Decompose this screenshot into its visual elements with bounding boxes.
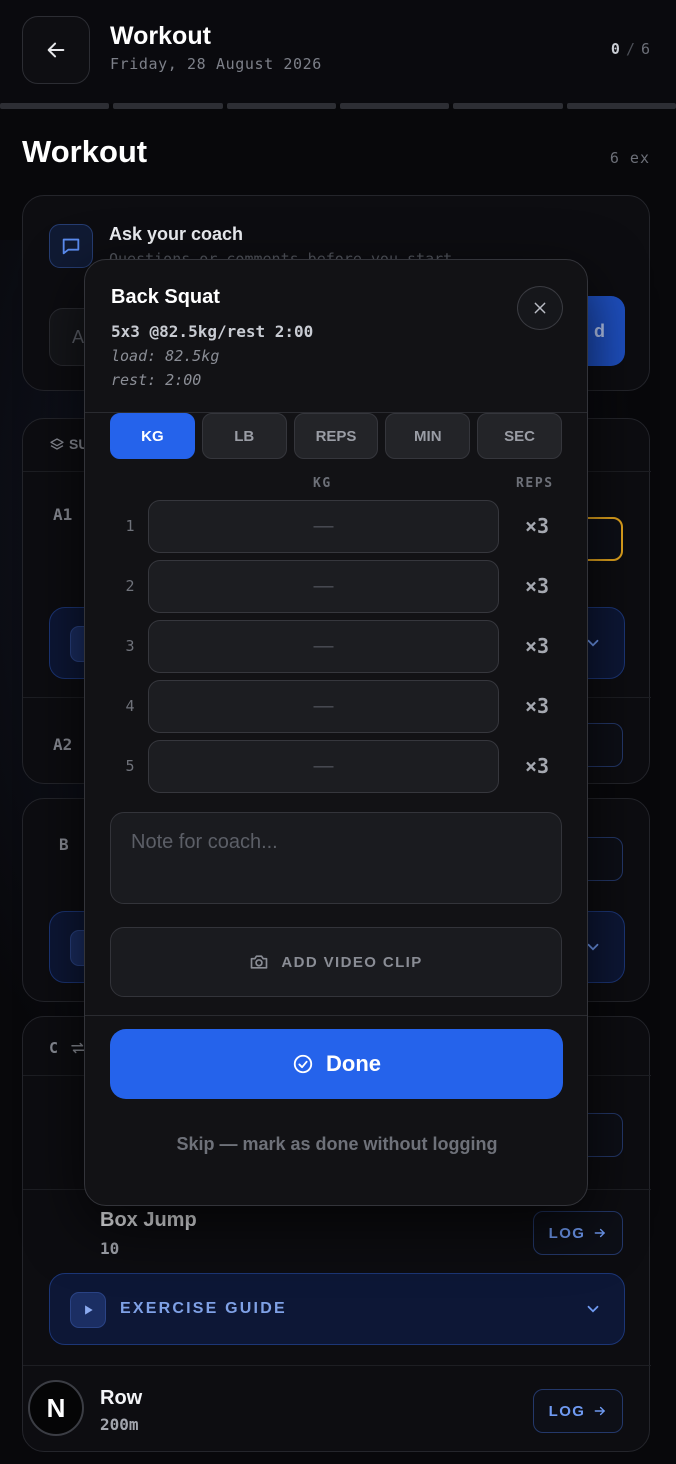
log-label: LOG (548, 1224, 586, 1242)
progress-segment (566, 103, 676, 109)
unit-lb[interactable]: LB (201, 413, 287, 459)
progress-counter: 0 / 6 (611, 40, 650, 58)
divider (23, 1365, 651, 1366)
progress-done: 0 (610, 40, 620, 58)
close-button[interactable] (517, 286, 563, 330)
set-number: 5 (125, 757, 135, 775)
modal-rest: rest: 2:00 (111, 371, 202, 389)
set-number: 1 (125, 517, 135, 535)
progress-separator: / (625, 40, 635, 58)
log-button-row[interactable]: LOG (533, 1389, 623, 1433)
camera-icon (251, 955, 268, 969)
exercise-count: 6 ex (609, 149, 650, 167)
set-reps: ×3 (524, 694, 550, 718)
weight-column-header: KG (313, 476, 332, 491)
reps-column-header: REPS (516, 476, 554, 491)
exercise-detail-box-jump: 10 (100, 1239, 120, 1258)
chevron-down-icon (587, 1305, 599, 1313)
unit-kg[interactable]: KG (110, 413, 195, 459)
modal-exercise-title: Back Squat (111, 286, 220, 308)
progress-segments (0, 103, 676, 109)
done-label: Done (326, 1051, 381, 1076)
exercise-guide-box-jump[interactable]: EXERCISE GUIDE (49, 1273, 625, 1345)
modal-load: load: 82.5kg (111, 347, 220, 365)
progress-segment (339, 103, 450, 109)
set-weight-input[interactable]: — (148, 620, 499, 673)
set-weight-input[interactable]: — (148, 560, 499, 613)
exercise-name-box-jump: Box Jump (100, 1209, 197, 1231)
set-weight-input[interactable]: — (148, 500, 499, 553)
add-video-label: ADD VIDEO CLIP (281, 953, 423, 971)
header-date: Friday, 28 August 2026 (110, 55, 322, 73)
play-icon (70, 1292, 106, 1328)
layers-icon (50, 438, 64, 450)
set-weight-input[interactable]: — (148, 740, 499, 793)
header-title: Workout (110, 22, 211, 50)
section-title: Workout (22, 134, 148, 169)
progress-segment (453, 103, 563, 109)
unit-reps[interactable]: REPS (293, 413, 379, 459)
log-button-box-jump[interactable]: LOG (533, 1211, 623, 1255)
progress-total: 6 (640, 40, 650, 58)
coach-title: Ask your coach (109, 224, 244, 244)
set-reps: ×3 (524, 574, 550, 598)
progress-segment (113, 103, 223, 109)
app-badge[interactable]: N (28, 1380, 84, 1436)
done-button[interactable]: Done (110, 1029, 563, 1099)
progress-segment (0, 103, 110, 109)
unit-min[interactable]: MIN (385, 413, 471, 459)
log-label: LOG (548, 1402, 586, 1420)
set-reps: ×3 (524, 634, 550, 658)
log-exercise-modal: Back Squat 5x3 @82.5kg/rest 2:00 load: 8… (84, 259, 588, 1206)
block-label-b: B (59, 835, 69, 854)
unit-sec[interactable]: SEC (477, 413, 562, 459)
arrow-right-icon (594, 1406, 606, 1416)
set-number: 3 (125, 637, 135, 655)
exercise-guide-label: EXERCISE GUIDE (120, 1300, 287, 1317)
arrow-right-icon (594, 1228, 606, 1238)
set-reps: ×3 (524, 754, 550, 778)
check-circle-icon (293, 1054, 313, 1074)
block-label-a1: A1 (53, 505, 73, 524)
exercise-detail-row: 200m (100, 1415, 139, 1434)
arrow-left-icon (47, 42, 65, 58)
chat-icon (49, 224, 93, 268)
modal-prescription: 5x3 @82.5kg/rest 2:00 (111, 322, 314, 341)
set-number: 2 (125, 577, 135, 595)
add-video-clip-button[interactable]: ADD VIDEO CLIP (110, 927, 562, 997)
coach-note-input[interactable]: Note for coach... (110, 812, 562, 904)
set-number: 4 (125, 697, 135, 715)
block-label-c: C (49, 1039, 59, 1057)
block-label-a2: A2 (53, 735, 73, 754)
unit-selector: KG LB REPS MIN SEC (110, 413, 562, 459)
progress-segment (226, 103, 336, 109)
skip-link[interactable]: Skip — mark as done without logging (85, 1134, 587, 1155)
divider (85, 1015, 587, 1016)
back-button[interactable] (22, 16, 90, 84)
exercise-name-row: Row (100, 1387, 143, 1409)
set-reps: ×3 (524, 514, 550, 538)
close-icon (534, 302, 546, 314)
top-header: Workout Friday, 28 August 2026 0 / 6 (0, 0, 676, 104)
set-weight-input[interactable]: — (148, 680, 499, 733)
